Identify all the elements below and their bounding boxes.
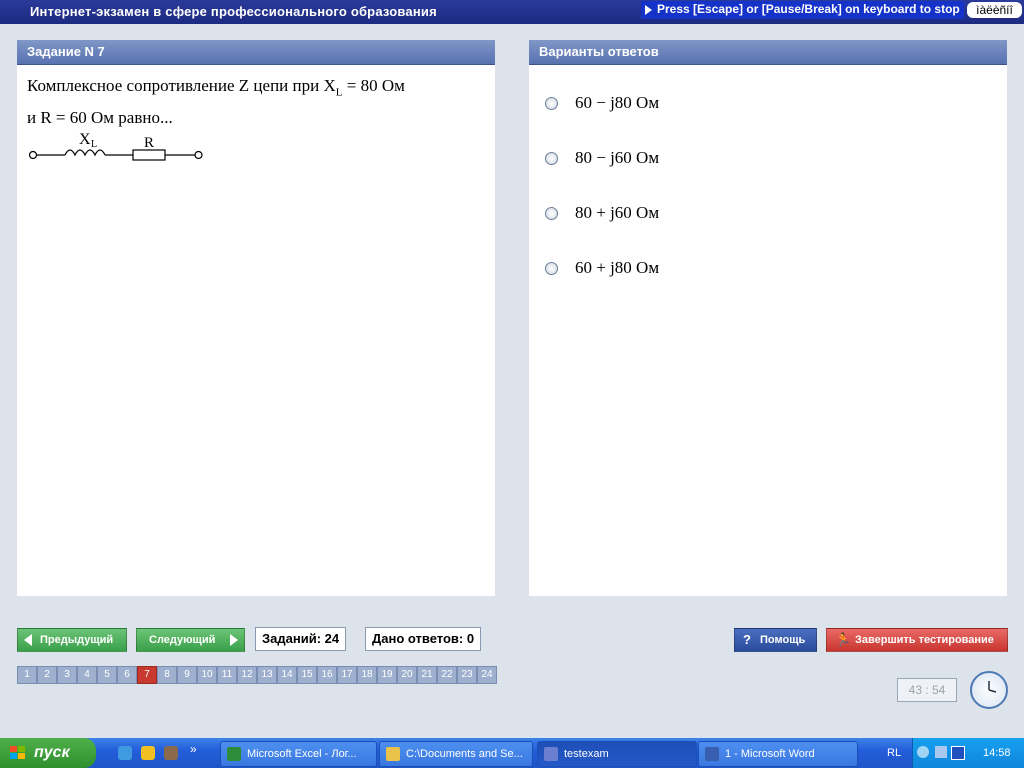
- page-button-19[interactable]: 19: [377, 666, 397, 684]
- page-button-6[interactable]: 6: [117, 666, 137, 684]
- page-button-8[interactable]: 8: [157, 666, 177, 684]
- page-button-21[interactable]: 21: [417, 666, 437, 684]
- arrow-left-icon: [24, 634, 32, 646]
- media-player-icon[interactable]: [141, 746, 155, 760]
- page-button-7[interactable]: 7: [137, 666, 157, 684]
- answer-label: 60 − j80 Ом: [575, 93, 660, 112]
- page-button-2[interactable]: 2: [37, 666, 57, 684]
- windows-logo-icon: [10, 746, 25, 759]
- page-button-9[interactable]: 9: [177, 666, 197, 684]
- finish-test-button[interactable]: 🏃 Завершить тестирование: [826, 628, 1008, 652]
- tray-expand-icon[interactable]: [917, 746, 929, 758]
- answers-header: Варианты ответов: [529, 40, 1007, 65]
- network-icon[interactable]: [935, 746, 947, 758]
- arrow-right-icon: [230, 634, 238, 646]
- page-button-22[interactable]: 22: [437, 666, 457, 684]
- radio-button[interactable]: [545, 207, 558, 220]
- answered-count: Дано ответов: 0: [365, 627, 482, 651]
- language-indicator[interactable]: RL: [887, 738, 901, 768]
- inductor-subscript: L: [91, 139, 97, 150]
- page-button-12[interactable]: 12: [237, 666, 257, 684]
- start-button[interactable]: пуск: [0, 738, 96, 768]
- taskbar-item-word[interactable]: 1 - Microsoft Word: [698, 741, 858, 767]
- circuit-diagram: X L R: [28, 131, 203, 161]
- internet-explorer-icon[interactable]: [118, 746, 132, 760]
- window-title: Интернет-экзамен в сфере профессионально…: [30, 4, 437, 19]
- question-line-1: Комплексное сопротивление Z цепи при XL …: [27, 76, 405, 99]
- page-button-18[interactable]: 18: [357, 666, 377, 684]
- taskbar-item-folder[interactable]: C:\Documents and Se...: [379, 741, 533, 767]
- clock-time: 14:58: [983, 747, 1011, 759]
- page-button-20[interactable]: 20: [397, 666, 417, 684]
- page-button-10[interactable]: 10: [197, 666, 217, 684]
- keyboard-layout-indicator[interactable]: ìàëèñíî: [967, 2, 1022, 18]
- answer-label: 80 + j60 Ом: [575, 203, 660, 222]
- page-button-24[interactable]: 24: [477, 666, 497, 684]
- clock-icon: [970, 671, 1008, 709]
- answer-label: 80 − j60 Ом: [575, 148, 660, 167]
- page-button-1[interactable]: 1: [17, 666, 37, 684]
- system-tray: RL 14:58: [887, 738, 1024, 768]
- question-panel: Задание N 7 Комплексное сопротивление Z …: [17, 40, 495, 596]
- stop-hint: Press [Escape] or [Pause/Break] on keybo…: [641, 1, 964, 19]
- previous-button[interactable]: Предыдущий: [17, 628, 127, 652]
- radio-button[interactable]: [545, 152, 558, 165]
- help-icon: ?: [743, 632, 751, 647]
- title-bar: Интернет-экзамен в сфере профессионально…: [0, 0, 1024, 24]
- chevron-more-icon[interactable]: »: [190, 742, 197, 756]
- exit-runner-icon: 🏃: [835, 632, 852, 647]
- tasks-count: Заданий: 24: [255, 627, 347, 651]
- quick-launch-icon[interactable]: [164, 746, 178, 760]
- app-icon: [544, 747, 558, 761]
- excel-icon: [227, 747, 241, 761]
- media-icon[interactable]: [951, 746, 965, 760]
- help-button[interactable]: ? Помощь: [734, 628, 817, 652]
- taskbar: пуск » Microsoft Excel - Лог... C:\Docume…: [0, 738, 1024, 768]
- question-header: Задание N 7: [17, 40, 495, 65]
- page-button-15[interactable]: 15: [297, 666, 317, 684]
- page-button-17[interactable]: 17: [337, 666, 357, 684]
- answer-label: 60 + j80 Ом: [575, 258, 660, 277]
- taskbar-item-app[interactable]: testexam: [537, 741, 697, 767]
- timer: 43 : 54: [897, 678, 957, 702]
- page-button-4[interactable]: 4: [77, 666, 97, 684]
- resistor-label: R: [144, 135, 154, 151]
- taskbar-item-excel[interactable]: Microsoft Excel - Лог...: [220, 741, 377, 767]
- page-button-23[interactable]: 23: [457, 666, 477, 684]
- page-button-5[interactable]: 5: [97, 666, 117, 684]
- page-button-3[interactable]: 3: [57, 666, 77, 684]
- next-button[interactable]: Следующий: [136, 628, 245, 652]
- folder-icon: [386, 747, 400, 761]
- word-icon: [705, 747, 719, 761]
- page-button-13[interactable]: 13: [257, 666, 277, 684]
- page-button-11[interactable]: 11: [217, 666, 237, 684]
- radio-button[interactable]: [545, 97, 558, 110]
- inductor-label: X: [79, 131, 91, 148]
- page-button-16[interactable]: 16: [317, 666, 337, 684]
- page-button-14[interactable]: 14: [277, 666, 297, 684]
- question-text: Комплексное сопротивление Z цепи при XL …: [17, 65, 495, 130]
- radio-button[interactable]: [545, 262, 558, 275]
- answers-panel: Варианты ответов 60 − j80 Ом 80 − j60 Ом…: [529, 40, 1007, 596]
